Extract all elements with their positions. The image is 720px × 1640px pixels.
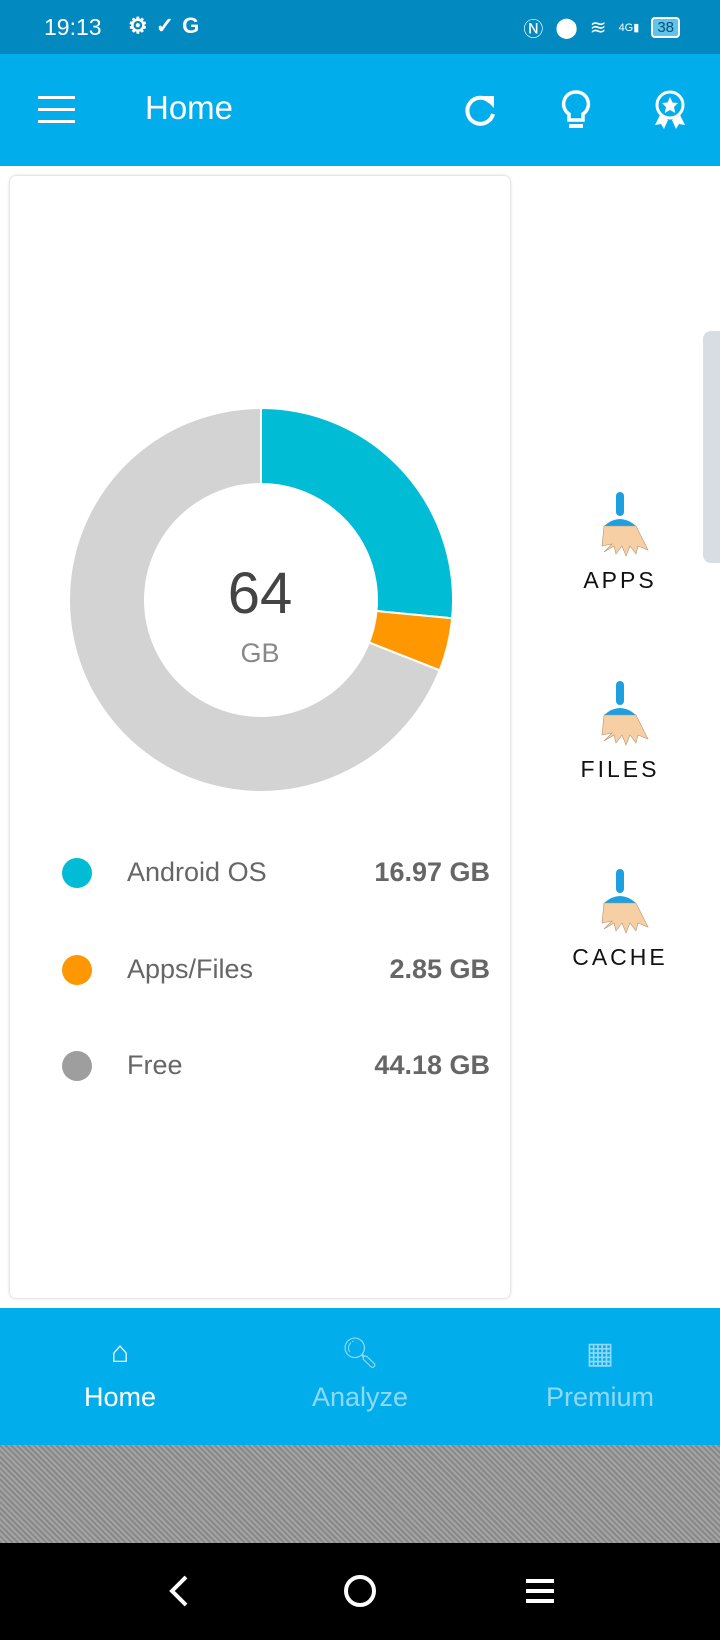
clock: 19:13: [44, 14, 102, 40]
system-icons: Ⓝ ⬤ ≋ 4G▮ 38: [523, 13, 680, 42]
android-os-dot: [62, 858, 92, 888]
home-icon: ⌂: [110, 1336, 130, 1369]
free-dot: [62, 1051, 92, 1081]
clean-label: CACHE: [572, 944, 668, 970]
total-storage: 64: [227, 561, 293, 626]
wifi-icon: ≋: [589, 17, 607, 39]
legend-item-android-os: Android OS 16.97 GB: [52, 852, 490, 892]
storage-unit: GB: [240, 638, 280, 668]
side-drawer-handle[interactable]: [703, 331, 720, 563]
home-circle-icon[interactable]: [340, 1571, 380, 1611]
clean-label: FILES: [580, 756, 660, 782]
google-icon: G: [182, 13, 200, 38]
signal-icon: 4G▮: [618, 22, 640, 34]
nav-analyze[interactable]: 🔍︎ Analyze: [260, 1336, 460, 1413]
clean-apps-button[interactable]: APPS: [560, 492, 680, 594]
broom-icon: [601, 681, 649, 746]
legend-value: 2.85 GB: [389, 954, 490, 984]
location-icon: ⬤: [555, 17, 578, 39]
nav-label: Home: [83, 1382, 157, 1412]
ad-banner-area: [0, 1445, 720, 1543]
legend-label: Apps/Files: [127, 954, 254, 984]
legend-item-apps-files: Apps/Files 2.85 GB: [52, 949, 490, 989]
legend-value: 44.18 GB: [374, 1050, 490, 1080]
nav-label: Analyze: [311, 1382, 409, 1412]
clean-cache-button[interactable]: CACHE: [560, 869, 680, 971]
nav-home[interactable]: ⌂ Home: [20, 1336, 220, 1413]
broom-icon: [601, 869, 649, 934]
refresh-icon[interactable]: [458, 88, 502, 132]
clean-label: APPS: [583, 567, 657, 593]
legend-label: Android OS: [127, 857, 267, 887]
nav-premium[interactable]: ▦ Premium: [500, 1336, 700, 1413]
nfc-icon: Ⓝ: [523, 19, 544, 41]
legend-item-free: Free 44.18 GB: [52, 1045, 490, 1085]
nav-label: Premium: [545, 1382, 654, 1412]
network-type: 4G: [618, 22, 634, 34]
app-bar: Home: [0, 54, 720, 166]
analyze-icon: 🔍︎: [340, 1337, 380, 1370]
back-icon[interactable]: [160, 1571, 200, 1611]
menu-icon[interactable]: [38, 96, 75, 124]
check-icon: ✓: [155, 13, 175, 38]
page-title: Home: [145, 89, 234, 126]
battery-icon: 38: [651, 17, 680, 38]
system-navigation-bar: [0, 1543, 720, 1640]
status-bar: 19:13 ⚙ ✓ G Ⓝ ⬤ ≋ 4G▮ 38: [0, 0, 720, 54]
premium-icon: ▦: [585, 1337, 615, 1370]
bottom-navigation: ⌂ Home 🔍︎ Analyze ▦ Premium: [0, 1308, 720, 1445]
legend-value: 16.97 GB: [374, 857, 490, 887]
legend-label: Free: [127, 1050, 183, 1080]
gear-icon: ⚙: [128, 13, 148, 38]
storage-card: 64 GB Android OS 16.97 GB Apps/Files 2.85 …: [10, 176, 510, 1298]
recents-icon[interactable]: [520, 1571, 560, 1611]
clean-files-button[interactable]: FILES: [560, 681, 680, 783]
apps-files-dot: [62, 955, 92, 985]
award-icon[interactable]: [648, 88, 692, 132]
broom-icon: [601, 492, 649, 557]
notification-icons: ⚙ ✓ G: [128, 13, 199, 39]
lightbulb-icon[interactable]: [554, 88, 598, 132]
